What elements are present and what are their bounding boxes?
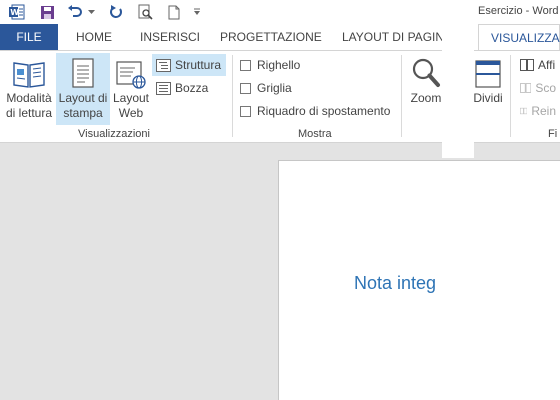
draft-icon [156, 81, 171, 95]
document-heading-text[interactable]: Nota integ [354, 273, 436, 294]
word-logo-icon[interactable]: W [6, 2, 28, 22]
svg-text:W: W [10, 8, 19, 17]
window-overlap-strip [442, 0, 474, 158]
group-label-show: Mostra [298, 128, 332, 140]
split-label: Dividi [473, 91, 503, 105]
tab-file[interactable]: FILE [0, 24, 58, 50]
gridlines-checkbox[interactable]: Griglia [240, 78, 292, 98]
print-layout-label-2: stampa [63, 106, 103, 120]
tab-design[interactable]: PROGETTAZIONE [216, 24, 326, 50]
ruler-checkbox[interactable]: Righello [240, 55, 300, 75]
print-layout-label-1: Layout di [58, 91, 108, 105]
zoom-label: Zoom [410, 91, 442, 105]
reset-window-position-button[interactable]: Rein [516, 100, 560, 122]
read-mode-label-1: Modalità [6, 91, 52, 105]
ruler-label: Righello [257, 58, 301, 72]
print-layout-button[interactable]: Layout di stampa [56, 53, 110, 125]
read-mode-label-2: di lettura [5, 106, 53, 120]
ribbon-tabs: FILE HOME INSERISCI PROGETTAZIONE LAYOUT… [0, 24, 560, 51]
draft-label: Bozza [175, 81, 209, 95]
side-by-side-label: Affi [538, 58, 556, 72]
save-icon[interactable] [36, 2, 58, 22]
reset-position-label: Rein [531, 104, 556, 118]
word-window: W Esercizio - Word FILE HOME INSERISCI P… [0, 0, 560, 400]
outline-icon [156, 58, 171, 72]
print-preview-icon[interactable] [134, 2, 156, 22]
draft-button[interactable]: Bozza [152, 77, 226, 99]
side-by-side-icon [520, 59, 534, 71]
navigation-pane-checkbox-box[interactable] [240, 105, 251, 117]
tab-insert[interactable]: INSERISCI [136, 24, 204, 50]
web-layout-button[interactable]: Layout Web [112, 53, 150, 125]
new-document-icon[interactable] [164, 2, 184, 22]
zoom-button[interactable]: Zoom [408, 53, 444, 125]
quick-access-toolbar: W Esercizio - Word [0, 0, 560, 24]
outline-label: Struttura [175, 58, 222, 72]
web-layout-label-2: Web [118, 106, 144, 120]
gridlines-checkbox-box[interactable] [240, 82, 251, 94]
redo-icon[interactable] [106, 2, 126, 22]
side-by-side-button[interactable]: Affi [516, 54, 560, 76]
read-mode-button[interactable]: Modalità di lettura [4, 53, 54, 125]
ribbon-view: Modalità di lettura Layout di stampa Lay… [0, 1, 560, 159]
sync-scroll-label: Sco [535, 81, 556, 95]
navigation-pane-label: Riquadro di spostamento [257, 104, 391, 118]
navigation-pane-checkbox[interactable]: Riquadro di spostamento [240, 101, 390, 121]
group-separator [401, 55, 402, 137]
web-layout-label-1: Layout [112, 91, 150, 105]
outline-button[interactable]: Struttura [152, 54, 226, 76]
undo-dropdown-icon[interactable] [86, 2, 96, 22]
ruler-checkbox-box[interactable] [240, 59, 251, 71]
split-window-icon [475, 60, 501, 88]
group-label-window: Fi [548, 128, 558, 140]
print-layout-icon [72, 58, 94, 88]
group-label-views: Visualizzazioni [78, 128, 150, 140]
web-layout-icon [116, 61, 146, 89]
synchronous-scrolling-button[interactable]: Sco [516, 77, 560, 99]
group-separator [232, 55, 233, 137]
group-separator [510, 55, 511, 137]
document-workspace[interactable]: Nota integ [0, 144, 560, 400]
customize-qat-icon[interactable] [190, 2, 204, 22]
tab-home[interactable]: HOME [72, 24, 116, 50]
read-mode-icon [13, 62, 45, 88]
tab-view[interactable]: VISUALIZZA [478, 24, 560, 51]
reset-position-icon [520, 107, 528, 115]
sync-scroll-icon [520, 83, 532, 93]
split-button[interactable]: Dividi [472, 53, 504, 125]
gridlines-label: Griglia [257, 81, 292, 95]
tab-layout[interactable]: LAYOUT DI PAGINA [338, 24, 456, 50]
undo-icon[interactable] [64, 2, 86, 22]
window-title: Esercizio - Word [478, 5, 559, 17]
magnifier-icon [412, 58, 440, 87]
document-page[interactable]: Nota integ [278, 160, 560, 400]
